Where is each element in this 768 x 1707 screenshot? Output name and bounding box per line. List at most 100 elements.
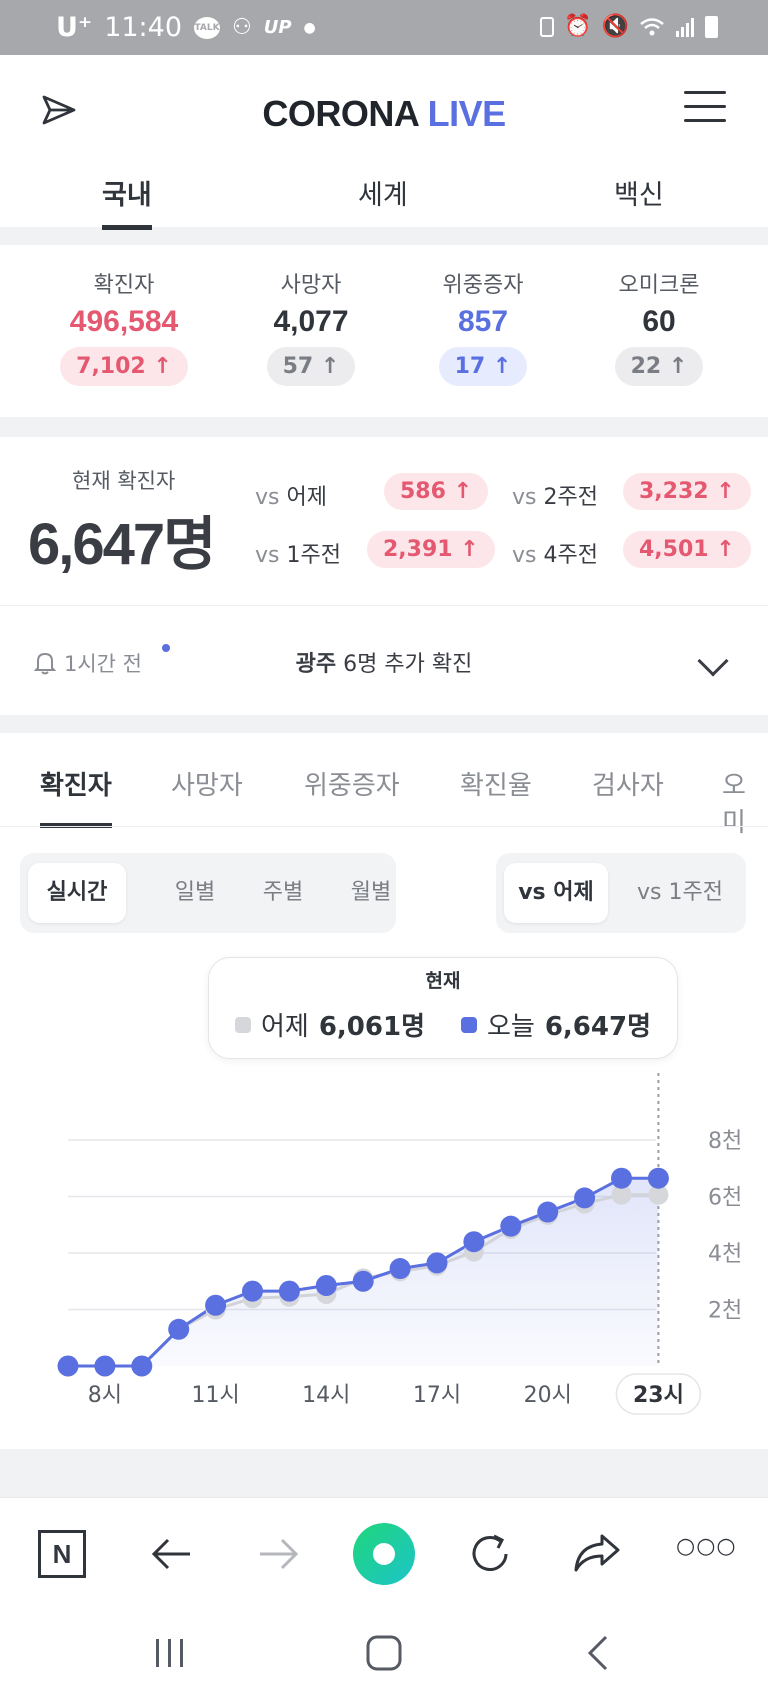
app-logo[interactable]: CORONA LIVE	[0, 93, 768, 135]
delta-value: 7,102	[76, 354, 146, 379]
x-tick-label: 20시	[524, 1383, 572, 1408]
x-tick-label: 14시	[302, 1383, 350, 1408]
person-icon: ⚇	[232, 15, 252, 40]
tab-world[interactable]: 세계	[358, 173, 408, 212]
more-icon[interactable]: ○○○	[676, 1534, 737, 1559]
today-data-point[interactable]	[389, 1258, 411, 1280]
tooltip-header: 현재	[425, 970, 461, 992]
tab-label: 검사자	[592, 771, 664, 801]
tab-label: 백신	[614, 180, 664, 211]
green-dot-icon[interactable]	[352, 1522, 416, 1586]
home-icon[interactable]	[364, 1633, 404, 1673]
logo-accent: LIVE	[427, 93, 507, 134]
today-data-point[interactable]	[647, 1167, 669, 1189]
today-data-point[interactable]	[426, 1252, 448, 1274]
tooltip-today-value: 6,647명	[544, 1012, 652, 1042]
today-swatch	[461, 1016, 477, 1033]
talk-icon: TALK	[194, 16, 220, 39]
period-daily[interactable]: 일별	[150, 863, 240, 923]
tooltip-yesterday: 어제 6,061명	[235, 1006, 425, 1043]
today-data-point[interactable]	[205, 1294, 227, 1316]
tooltip-today-label: 오늘	[487, 1012, 535, 1042]
top-tabs: 국내 세계 백신	[0, 165, 768, 230]
alert-message: 광주 6명 추가 확진	[0, 646, 768, 678]
up-arrow-icon: ↑	[668, 354, 688, 379]
share-icon[interactable]	[572, 1532, 622, 1576]
chart-tab-confirmed[interactable]: 확진자	[40, 765, 112, 828]
stat-omicron[interactable]: 오미크론 60 22 ↑	[574, 267, 744, 386]
tab-vaccine[interactable]: 백신	[614, 173, 664, 212]
back-arrow-icon[interactable]	[150, 1534, 194, 1574]
chart-card: 확진자 사망자 위중증자 확진율 검사자 오미 실시간 일별 주별 월별 vs …	[0, 733, 768, 1449]
status-bar: U⁺ 11:40 TALK ⚇ UP ● ⏰ 🔇	[0, 0, 768, 55]
up-arrow-icon: ↑	[716, 479, 735, 504]
today-data-point[interactable]	[94, 1355, 116, 1377]
today-data-point[interactable]	[57, 1355, 79, 1377]
today-data-point[interactable]	[278, 1280, 300, 1302]
signal-icon	[676, 17, 694, 37]
period-monthly[interactable]: 월별	[326, 863, 416, 923]
current-label: 현재 확진자	[72, 469, 176, 493]
vs-text: vs	[512, 543, 537, 568]
today-data-point[interactable]	[131, 1355, 153, 1377]
hamburger-menu-icon[interactable]	[684, 91, 726, 127]
compare-yesterday-label: vs 어제	[255, 479, 327, 511]
up-arrow-icon: ↑	[453, 479, 473, 504]
back-icon[interactable]	[584, 1633, 614, 1673]
stat-critical[interactable]: 위중증자 857 17 ↑	[398, 267, 568, 386]
chart-tab-deaths[interactable]: 사망자	[171, 765, 243, 802]
delta-value: 22	[630, 354, 662, 379]
compare-vs-yesterday[interactable]: vs 어제	[504, 863, 608, 923]
chart-tab-critical[interactable]: 위중증자	[304, 765, 400, 802]
hourly-line-chart: 2천 4천 6천 8천 8시 11시 14시 17시 20시 23시	[57, 1073, 742, 1415]
current-confirmed-card: 현재 확진자 6,647명 vs 어제 586 ↑ vs 2주전 3,232 ↑…	[0, 437, 768, 605]
today-data-point[interactable]	[611, 1167, 632, 1189]
compare-1week-badge: 2,391 ↑	[367, 531, 495, 568]
logo-main: CORONA	[262, 93, 419, 134]
delta-value: 4,501	[639, 537, 709, 562]
forward-arrow-icon[interactable]	[256, 1534, 300, 1574]
tab-divider	[0, 826, 768, 827]
chart-tab-omicron[interactable]: 오미	[722, 765, 768, 839]
chart-tab-positivity[interactable]: 확진율	[460, 765, 532, 802]
today-data-point[interactable]	[574, 1187, 596, 1209]
browser-toolbar: N ○○○	[0, 1497, 768, 1607]
compare-4weeks-label: vs 4주전	[512, 537, 598, 569]
period-realtime[interactable]: 실시간	[28, 863, 126, 923]
naver-icon[interactable]: N	[38, 1530, 86, 1578]
today-data-point[interactable]	[500, 1215, 522, 1237]
chart-tab-tested[interactable]: 검사자	[592, 765, 664, 802]
compare-vs-1week[interactable]: vs 1주전	[618, 863, 742, 923]
stat-deaths[interactable]: 사망자 4,077 57 ↑	[226, 267, 396, 386]
today-data-point[interactable]	[168, 1318, 190, 1340]
tab-domestic[interactable]: 국내	[102, 173, 152, 230]
up-arrow-icon: ↑	[492, 354, 512, 379]
today-data-point[interactable]	[242, 1280, 263, 1302]
compare-label: 4주전	[543, 543, 598, 568]
period-weekly[interactable]: 주별	[240, 863, 326, 923]
clock: 11:40	[104, 12, 182, 43]
stat-confirmed[interactable]: 확진자 496,584 7,102 ↑	[39, 267, 209, 386]
recents-icon[interactable]	[152, 1635, 188, 1671]
today-data-point[interactable]	[352, 1270, 374, 1292]
stat-value: 496,584	[69, 305, 179, 338]
y-tick-label: 6천	[708, 1186, 742, 1211]
battery-saver-icon	[540, 16, 555, 37]
today-data-point[interactable]	[315, 1274, 337, 1296]
stat-value: 60	[642, 305, 676, 338]
up-icon: UP	[263, 17, 292, 38]
delta-value: 2,391	[383, 537, 453, 562]
vs-text: vs	[255, 543, 280, 568]
refresh-icon[interactable]	[466, 1530, 514, 1578]
y-tick-label: 4천	[708, 1242, 742, 1267]
yesterday-swatch	[235, 1016, 251, 1033]
vs-text: vs	[255, 485, 280, 510]
today-data-point[interactable]	[463, 1231, 485, 1253]
tab-label: 사망자	[171, 771, 243, 801]
stat-label: 위중증자	[442, 273, 524, 298]
stat-label: 확진자	[93, 273, 155, 298]
active-tab-underline	[102, 225, 152, 230]
news-alert-bar[interactable]: 1시간 전 광주 6명 추가 확진	[0, 605, 768, 715]
compare-4weeks-badge: 4,501 ↑	[623, 531, 751, 568]
today-data-point[interactable]	[537, 1201, 559, 1223]
